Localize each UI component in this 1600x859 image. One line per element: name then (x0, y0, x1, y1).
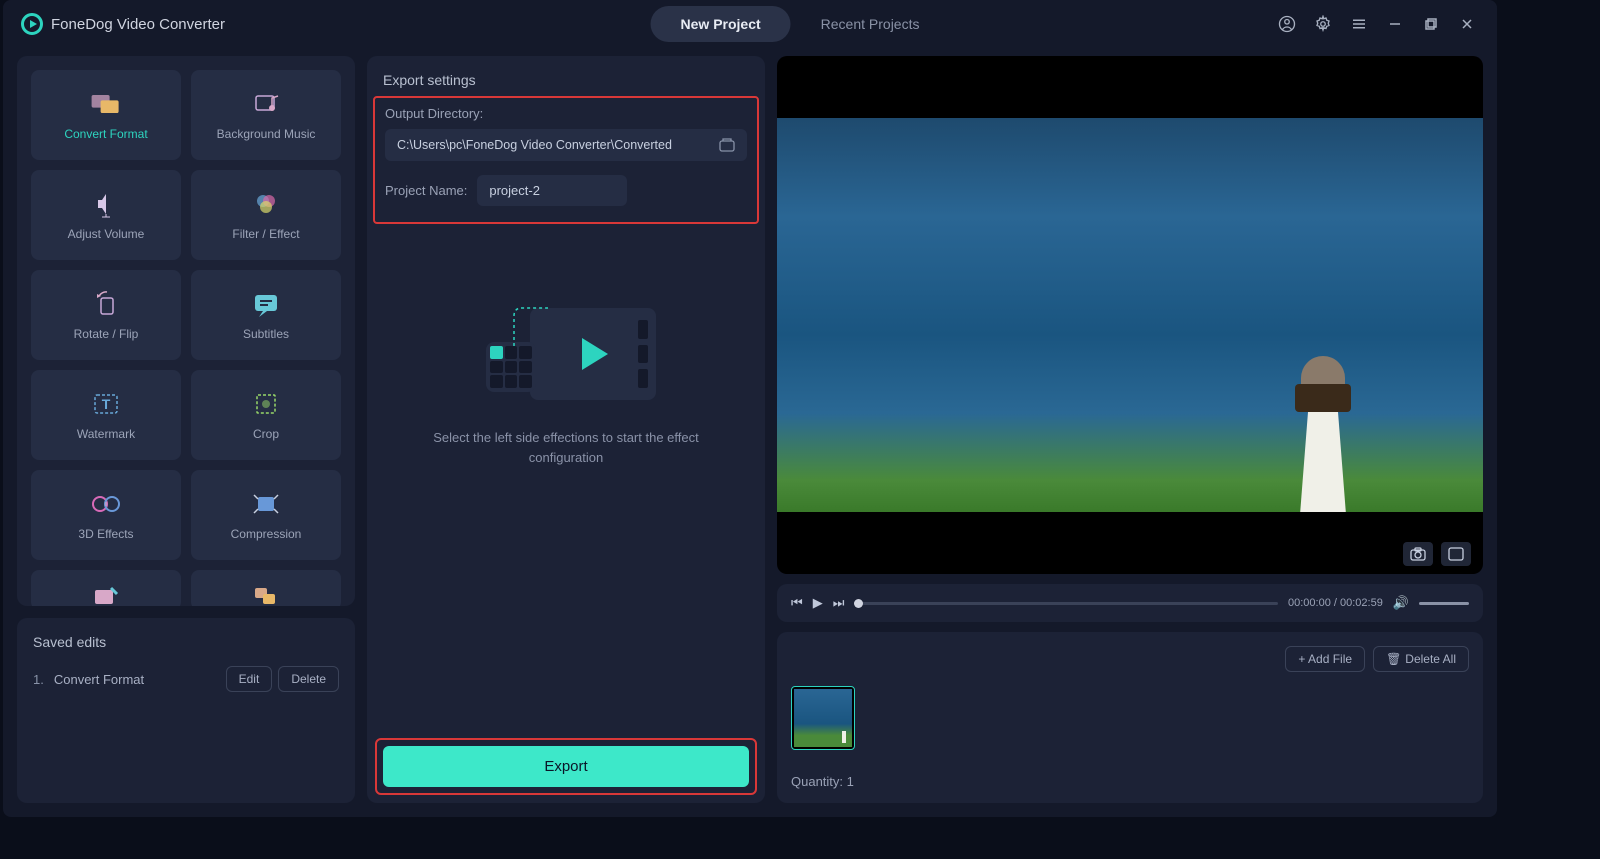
preview-frame (777, 118, 1483, 512)
quantity-display: Quantity: 1 (791, 774, 1469, 789)
placeholder-graphic (476, 304, 656, 404)
progress-bar[interactable] (854, 602, 1278, 605)
tool-3d-effects[interactable]: 3D Effects (31, 470, 181, 560)
output-directory-path: C:\Users\pc\FoneDog Video Converter\Conv… (397, 138, 719, 152)
delete-button[interactable]: Delete (278, 666, 339, 692)
output-settings-highlight: Output Directory: C:\Users\pc\FoneDog Vi… (373, 96, 759, 224)
placeholder-text: Select the left side effections to start… (426, 428, 706, 467)
tool-adjust-volume[interactable]: Adjust Volume (31, 170, 181, 260)
left-sidebar: Convert Format Background Music Adjust V… (17, 56, 355, 803)
tool-background-music[interactable]: Background Music (191, 70, 341, 160)
window-controls (1275, 12, 1479, 36)
tool-label: Adjust Volume (68, 227, 145, 241)
maximize-button[interactable] (1419, 12, 1443, 36)
tool-compression[interactable]: Compression (191, 470, 341, 560)
background-music-icon (248, 89, 284, 119)
tool-convert-format[interactable]: Convert Format (31, 70, 181, 160)
file-thumbnail[interactable] (791, 686, 855, 750)
tool-label: Subtitles (243, 327, 289, 341)
snapshot-icon[interactable] (1403, 542, 1433, 566)
fullscreen-icon[interactable] (1441, 542, 1471, 566)
compression-icon (248, 489, 284, 519)
tool-extra-1[interactable] (31, 570, 181, 606)
saved-edits-title: Saved edits (33, 634, 339, 650)
tool-label: Compression (231, 527, 302, 541)
tool-label: Crop (253, 427, 279, 441)
tool-label: Background Music (217, 127, 316, 141)
project-name-label: Project Name: (385, 183, 467, 198)
tool-watermark[interactable]: T Watermark (31, 370, 181, 460)
tools-panel: Convert Format Background Music Adjust V… (17, 56, 355, 606)
play-icon[interactable]: ▶ (813, 595, 823, 611)
right-panel: ⏮ ▶ ⏭ 00:00:00 / 00:02:59 🔊 + Add File 🗑… (777, 56, 1483, 803)
saved-edit-name: Convert Format (54, 672, 144, 687)
tool-crop[interactable]: Crop (191, 370, 341, 460)
rotate-flip-icon (88, 289, 124, 319)
tool-label: 3D Effects (78, 527, 133, 541)
tool-subtitles[interactable]: Subtitles (191, 270, 341, 360)
crop-icon (248, 389, 284, 419)
effect-placeholder: Select the left side effections to start… (383, 224, 749, 787)
subtitles-icon (248, 289, 284, 319)
edit-icon (88, 580, 124, 606)
tool-filter-effect[interactable]: Filter / Effect (191, 170, 341, 260)
video-preview (777, 56, 1483, 574)
add-file-button[interactable]: + Add File (1285, 646, 1365, 672)
menu-icon[interactable] (1347, 12, 1371, 36)
watermark-icon: T (88, 389, 124, 419)
delete-all-button[interactable]: 🗑Delete All (1373, 646, 1469, 672)
export-button-highlight: Export (375, 738, 757, 795)
export-button[interactable]: Export (383, 746, 749, 787)
volume-icon[interactable]: 🔊 (1393, 595, 1409, 611)
tool-label: Filter / Effect (232, 227, 299, 241)
titlebar: FoneDog Video Converter New Project Rece… (3, 0, 1497, 48)
3d-effects-icon (88, 489, 124, 519)
minimize-button[interactable] (1383, 12, 1407, 36)
tab-new-project[interactable]: New Project (651, 6, 791, 42)
output-directory-field[interactable]: C:\Users\pc\FoneDog Video Converter\Conv… (385, 129, 747, 161)
app-window: FoneDog Video Converter New Project Rece… (3, 0, 1497, 817)
next-icon[interactable]: ⏭ (833, 595, 845, 611)
browse-folder-icon[interactable] (719, 138, 735, 152)
convert-format-icon (88, 89, 124, 119)
tab-recent-projects[interactable]: Recent Projects (791, 6, 950, 42)
saved-edit-row: 1. Convert Format Edit Delete (33, 666, 339, 692)
logo-icon (21, 13, 43, 35)
output-directory-label: Output Directory: (385, 106, 747, 121)
filter-effect-icon (248, 189, 284, 219)
export-settings-title: Export settings (383, 72, 749, 88)
tool-label: Watermark (77, 427, 135, 441)
saved-edits-panel: Saved edits 1. Convert Format Edit Delet… (17, 618, 355, 803)
main-tabs: New Project Recent Projects (651, 6, 950, 42)
merge-icon (248, 580, 284, 606)
svg-text:T: T (102, 396, 111, 412)
volume-slider[interactable] (1419, 602, 1469, 605)
app-logo: FoneDog Video Converter (21, 13, 225, 35)
tool-label: Convert Format (64, 127, 147, 141)
tool-extra-2[interactable] (191, 570, 341, 606)
export-panel: Export settings Output Directory: C:\Use… (367, 56, 765, 803)
settings-icon[interactable] (1311, 12, 1335, 36)
adjust-volume-icon (88, 189, 124, 219)
edit-button[interactable]: Edit (226, 666, 273, 692)
project-name-input[interactable] (477, 175, 627, 206)
saved-edit-number: 1. (33, 672, 44, 687)
player-controls: ⏮ ▶ ⏭ 00:00:00 / 00:02:59 🔊 (777, 584, 1483, 622)
main-content: Convert Format Background Music Adjust V… (3, 48, 1497, 817)
tools-grid: Convert Format Background Music Adjust V… (31, 70, 341, 606)
prev-icon[interactable]: ⏮ (791, 595, 803, 611)
time-display: 00:00:00 / 00:02:59 (1288, 597, 1383, 609)
files-panel: + Add File 🗑Delete All Quantity: 1 (777, 632, 1483, 803)
preview-content (1263, 332, 1383, 512)
tool-label: Rotate / Flip (74, 327, 139, 341)
app-title: FoneDog Video Converter (51, 16, 225, 33)
close-button[interactable] (1455, 12, 1479, 36)
tool-rotate-flip[interactable]: Rotate / Flip (31, 270, 181, 360)
account-icon[interactable] (1275, 12, 1299, 36)
